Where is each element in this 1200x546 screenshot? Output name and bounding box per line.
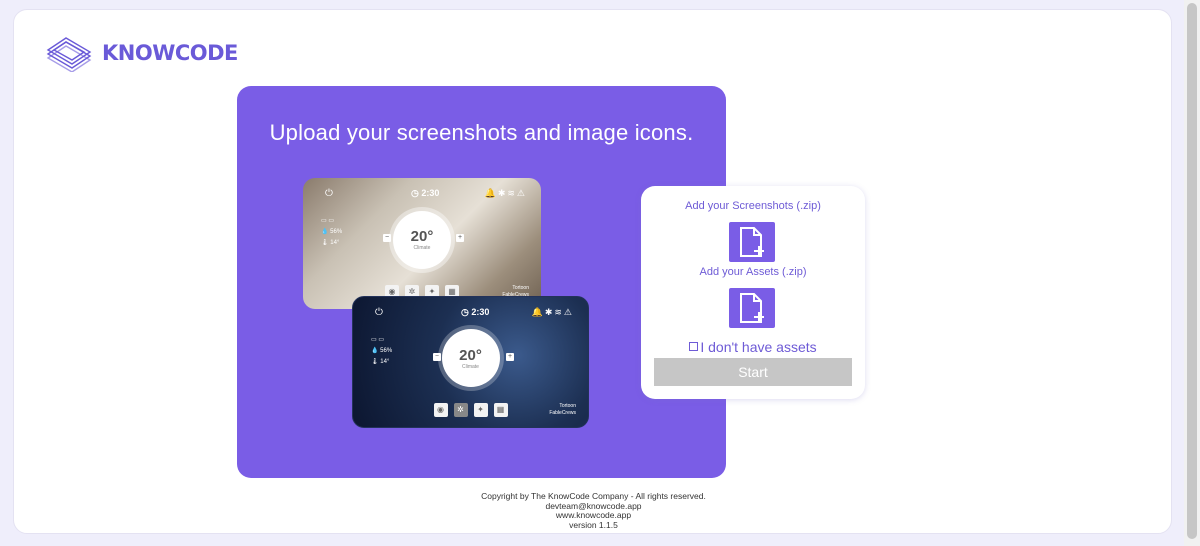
thermostat-dial: 20° Climate (441, 329, 500, 387)
start-button[interactable]: Start (654, 358, 852, 386)
brand-name: KNOWCODE (102, 41, 238, 65)
vertical-scrollbar[interactable] (1184, 0, 1200, 546)
preview-temperature: 20° (459, 346, 482, 364)
status-icons: 🔔✱≋⚠ (531, 307, 574, 317)
preview-status-bar: ⏻ ◷ 2:30 🔔✱≋⚠ (303, 188, 541, 202)
preview-temp-sub: Climate (413, 245, 431, 251)
calendar-icon: ▦ (493, 403, 508, 417)
hero-title: Upload your screenshots and image icons. (269, 120, 694, 145)
footer: Copyright by The KnowCode Company - All … (421, 491, 766, 530)
no-assets-label: I don't have assets (700, 339, 817, 355)
preview-side-info: ▭ ▭ 💧 56% 🌡 14° (321, 218, 343, 246)
fan-icon: ✲ (453, 403, 468, 417)
light-theme-preview: ⏻ ◷ 2:30 🔔✱≋⚠ ▭ ▭ 💧 56% 🌡 14° − 20° Climat… (303, 178, 541, 309)
minus-icon: − (433, 353, 441, 361)
preview-status-bar: ⏻ ◷ 2:30 🔔✱≋⚠ (353, 307, 588, 321)
preview-temperature: 20° (410, 228, 434, 245)
no-assets-checkbox[interactable]: I don't have assets (641, 339, 865, 355)
screenshots-label: Add your Screenshots (.zip) (685, 200, 821, 212)
preview-dock: ◉ ✲ ✦ ▦ (433, 403, 508, 417)
minus-icon: − (383, 234, 391, 242)
checkbox-box[interactable] (689, 342, 699, 351)
file-add-icon (740, 293, 764, 323)
plus-icon: + (456, 234, 464, 242)
power-icon: ⏻ (375, 307, 383, 318)
bulb-icon: ✦ (473, 403, 488, 417)
upload-panel: Add your Screenshots (.zip) Add your Ass… (641, 186, 865, 399)
shield-icon: ◉ (433, 403, 448, 417)
preview-temp-sub: Climate (462, 363, 479, 370)
plus-icon: + (506, 353, 514, 361)
status-icons: 🔔✱≋⚠ (484, 188, 527, 198)
upload-screenshots-button[interactable] (729, 222, 775, 262)
thermostat-dial: 20° Climate (393, 210, 451, 269)
power-icon: ⏻ (325, 188, 333, 199)
dark-theme-preview: ⏻ ◷ 2:30 🔔✱≋⚠ ▭ ▭ 💧 56% 🌡 14° − 20° Climat… (352, 296, 589, 428)
preview-brand: Tortoon FableCrews (549, 403, 576, 416)
brand-logo[interactable]: KNOWCODE (44, 34, 238, 72)
scrollbar-thumb[interactable] (1187, 3, 1197, 539)
upload-assets-button[interactable] (729, 288, 775, 328)
preview-side-info: ▭ ▭ 💧 56% 🌡 14° (371, 337, 393, 365)
preview-clock: ◷ 2:30 (411, 188, 440, 198)
version-text: version 1.1.5 (569, 519, 618, 530)
stacked-layers-logo-icon (46, 37, 92, 72)
assets-label: Add your Assets (.zip) (699, 266, 807, 278)
main-card: KNOWCODE Upload your screenshots and ima… (13, 9, 1172, 534)
preview-clock: ◷ 2:30 (461, 307, 490, 317)
file-add-icon (740, 227, 764, 257)
